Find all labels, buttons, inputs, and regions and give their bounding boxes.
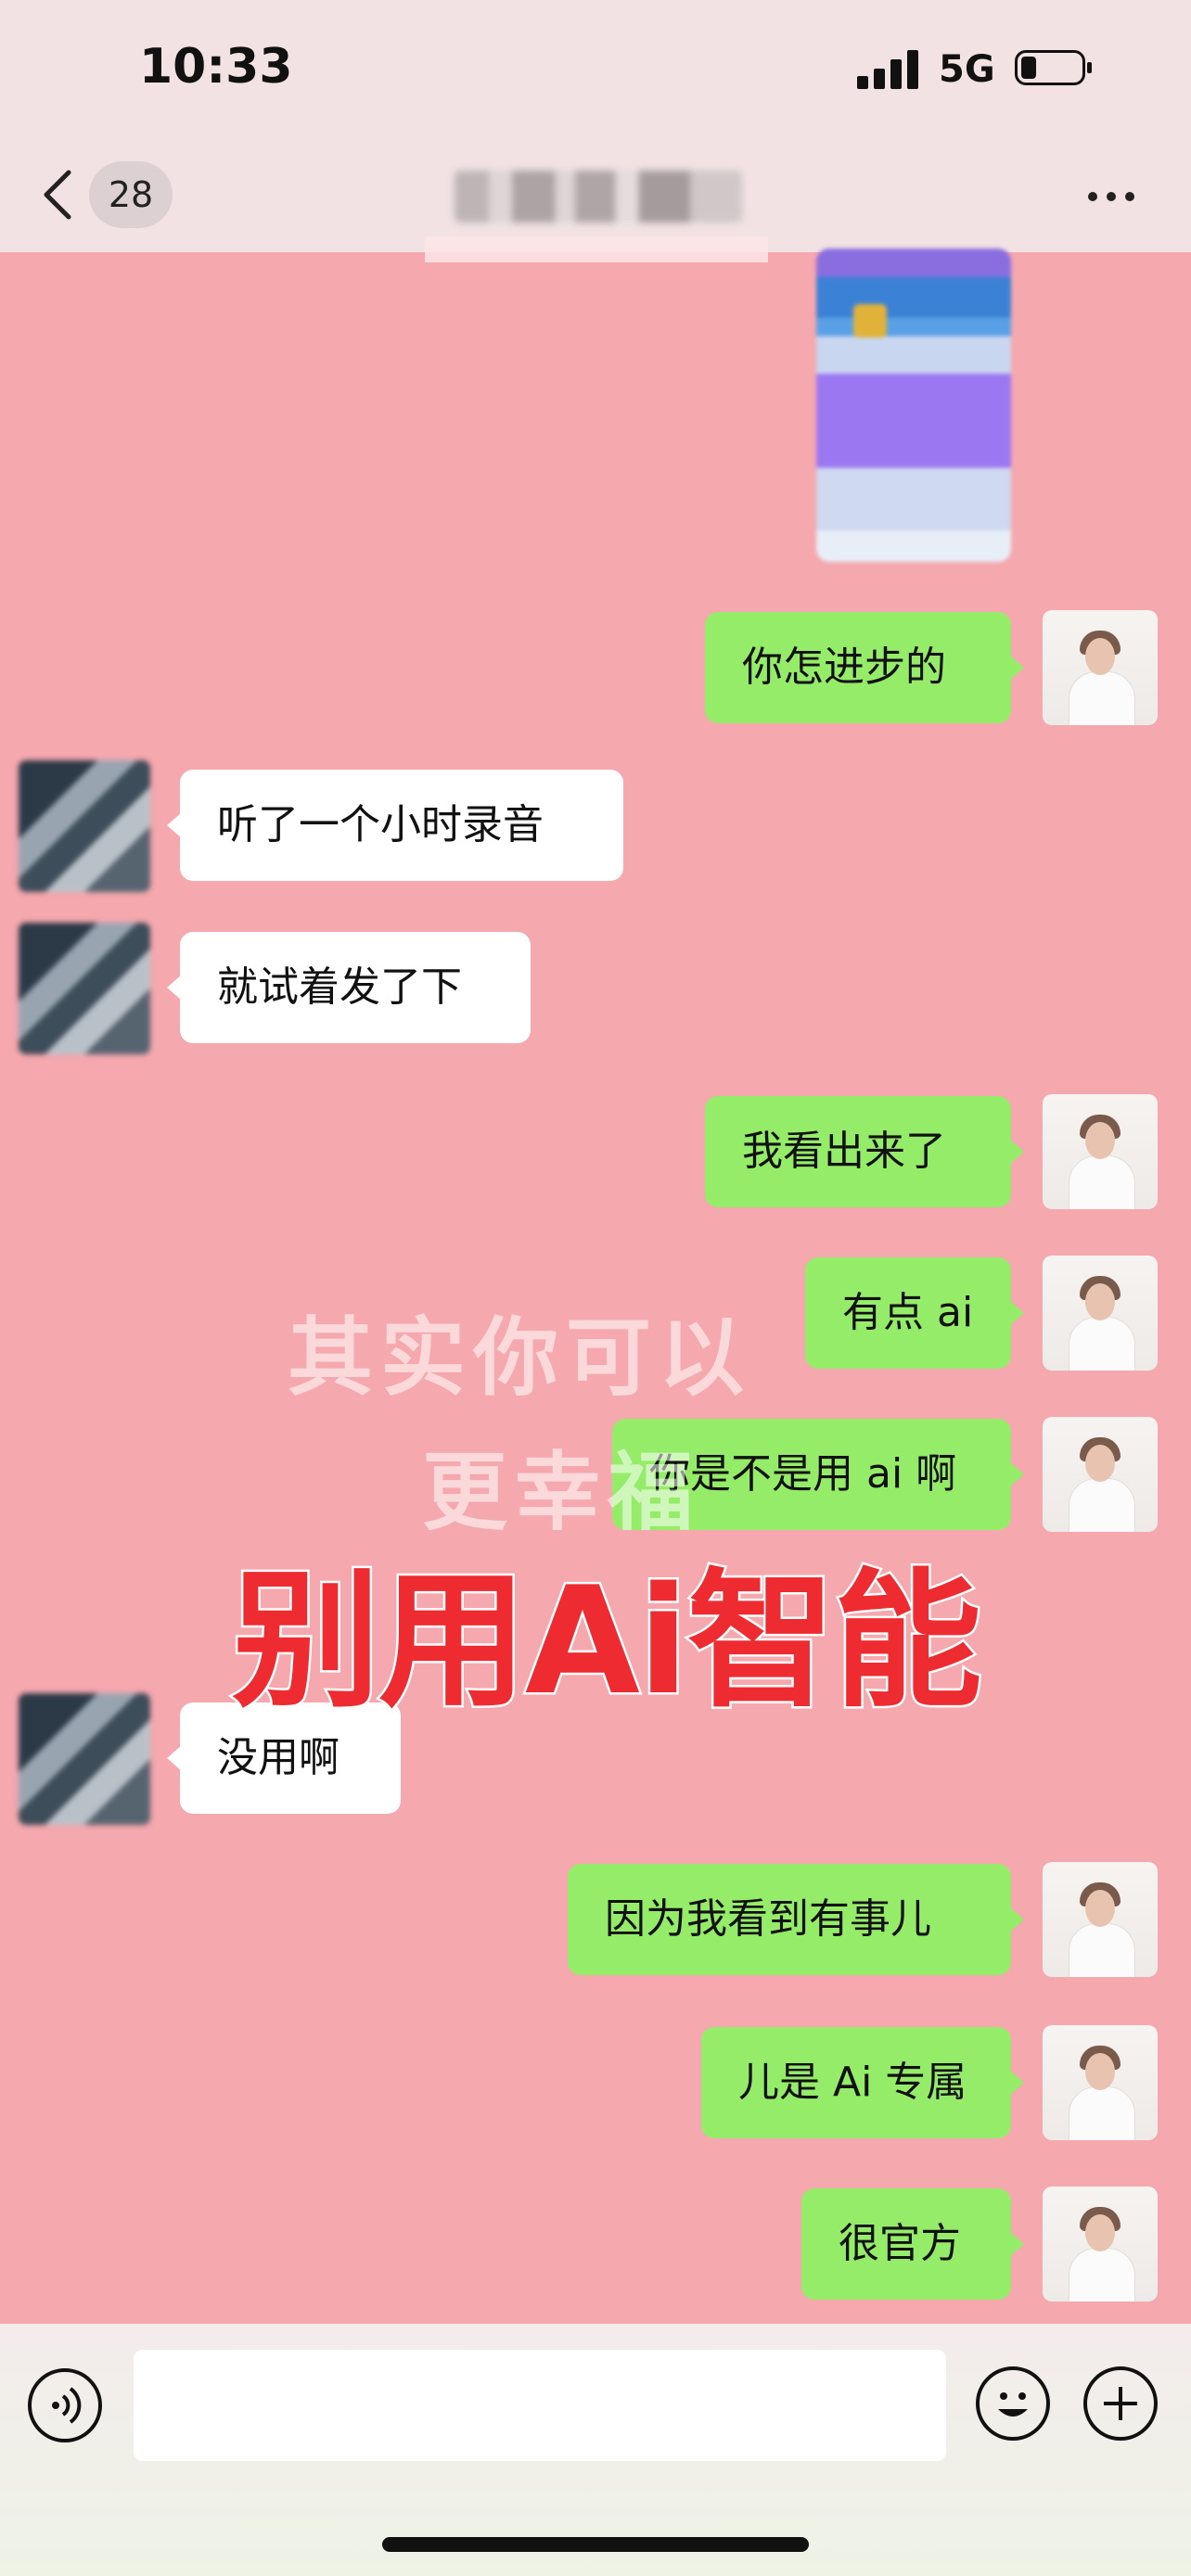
own-avatar[interactable]	[1043, 1862, 1158, 1977]
headline-overlay: 别用Ai智能	[230, 1552, 985, 1730]
unread-badge[interactable]: 28	[89, 161, 173, 228]
sent-message-bubble[interactable]: 儿是 Ai 专属	[701, 2027, 1024, 2138]
own-avatar[interactable]	[1043, 1256, 1158, 1371]
contact-avatar-blurred[interactable]	[19, 760, 150, 892]
signal-icon	[857, 48, 920, 89]
plus-icon[interactable]	[1083, 2366, 1158, 2441]
own-avatar[interactable]	[1043, 1417, 1158, 1532]
sent-message-bubble[interactable]: 很官方	[801, 2188, 1024, 2300]
bubble-tail	[167, 812, 182, 838]
own-avatar[interactable]	[1043, 2025, 1158, 2140]
bubble-tail	[1009, 655, 1024, 681]
more-icon[interactable]	[1083, 187, 1139, 205]
image-message-thumbnail[interactable]	[816, 249, 1011, 562]
voice-icon[interactable]	[28, 2368, 102, 2442]
bubble-tail	[1009, 1139, 1024, 1165]
received-message-bubble[interactable]: 就试着发了下	[167, 932, 531, 1043]
own-avatar[interactable]	[1043, 610, 1158, 725]
chat-title-blurred	[455, 171, 742, 223]
emoji-icon[interactable]	[976, 2366, 1050, 2441]
bubble-tail	[1009, 1461, 1024, 1487]
bubble-tail	[1009, 1300, 1024, 1326]
bubble-tail	[1009, 2070, 1024, 2096]
sent-message-bubble[interactable]: 因为我看到有事儿	[568, 1864, 1024, 1975]
own-avatar[interactable]	[1043, 1094, 1158, 1209]
home-indicator	[382, 2537, 809, 2552]
sent-message-bubble[interactable]: 我看出来了	[705, 1096, 1024, 1207]
sent-message-bubble[interactable]: 有点 ai	[805, 1257, 1024, 1369]
bubble-tail	[1009, 2231, 1024, 2257]
bubble-tail	[167, 1745, 182, 1771]
contact-avatar-blurred[interactable]	[19, 1693, 150, 1825]
chat-header: 28	[0, 139, 1191, 252]
overlay-watermark-line1: 其实你可以	[288, 1307, 752, 1408]
contact-avatar-blurred[interactable]	[19, 923, 150, 1054]
own-avatar[interactable]	[1043, 2187, 1158, 2302]
status-bar: 10:33 5G	[0, 0, 1191, 139]
back-chevron-icon[interactable]	[37, 167, 83, 223]
battery-icon	[1015, 50, 1092, 85]
received-message-bubble[interactable]: 听了一个小时录音	[167, 770, 623, 881]
sent-message-bubble[interactable]: 你怎进步的	[705, 612, 1024, 723]
message-input[interactable]	[134, 2350, 946, 2461]
bubble-tail	[1009, 1906, 1024, 1932]
network-label: 5G	[939, 48, 995, 91]
bubble-tail	[167, 975, 182, 1001]
blurred-strip	[425, 236, 768, 262]
status-time: 10:33	[139, 39, 293, 95]
